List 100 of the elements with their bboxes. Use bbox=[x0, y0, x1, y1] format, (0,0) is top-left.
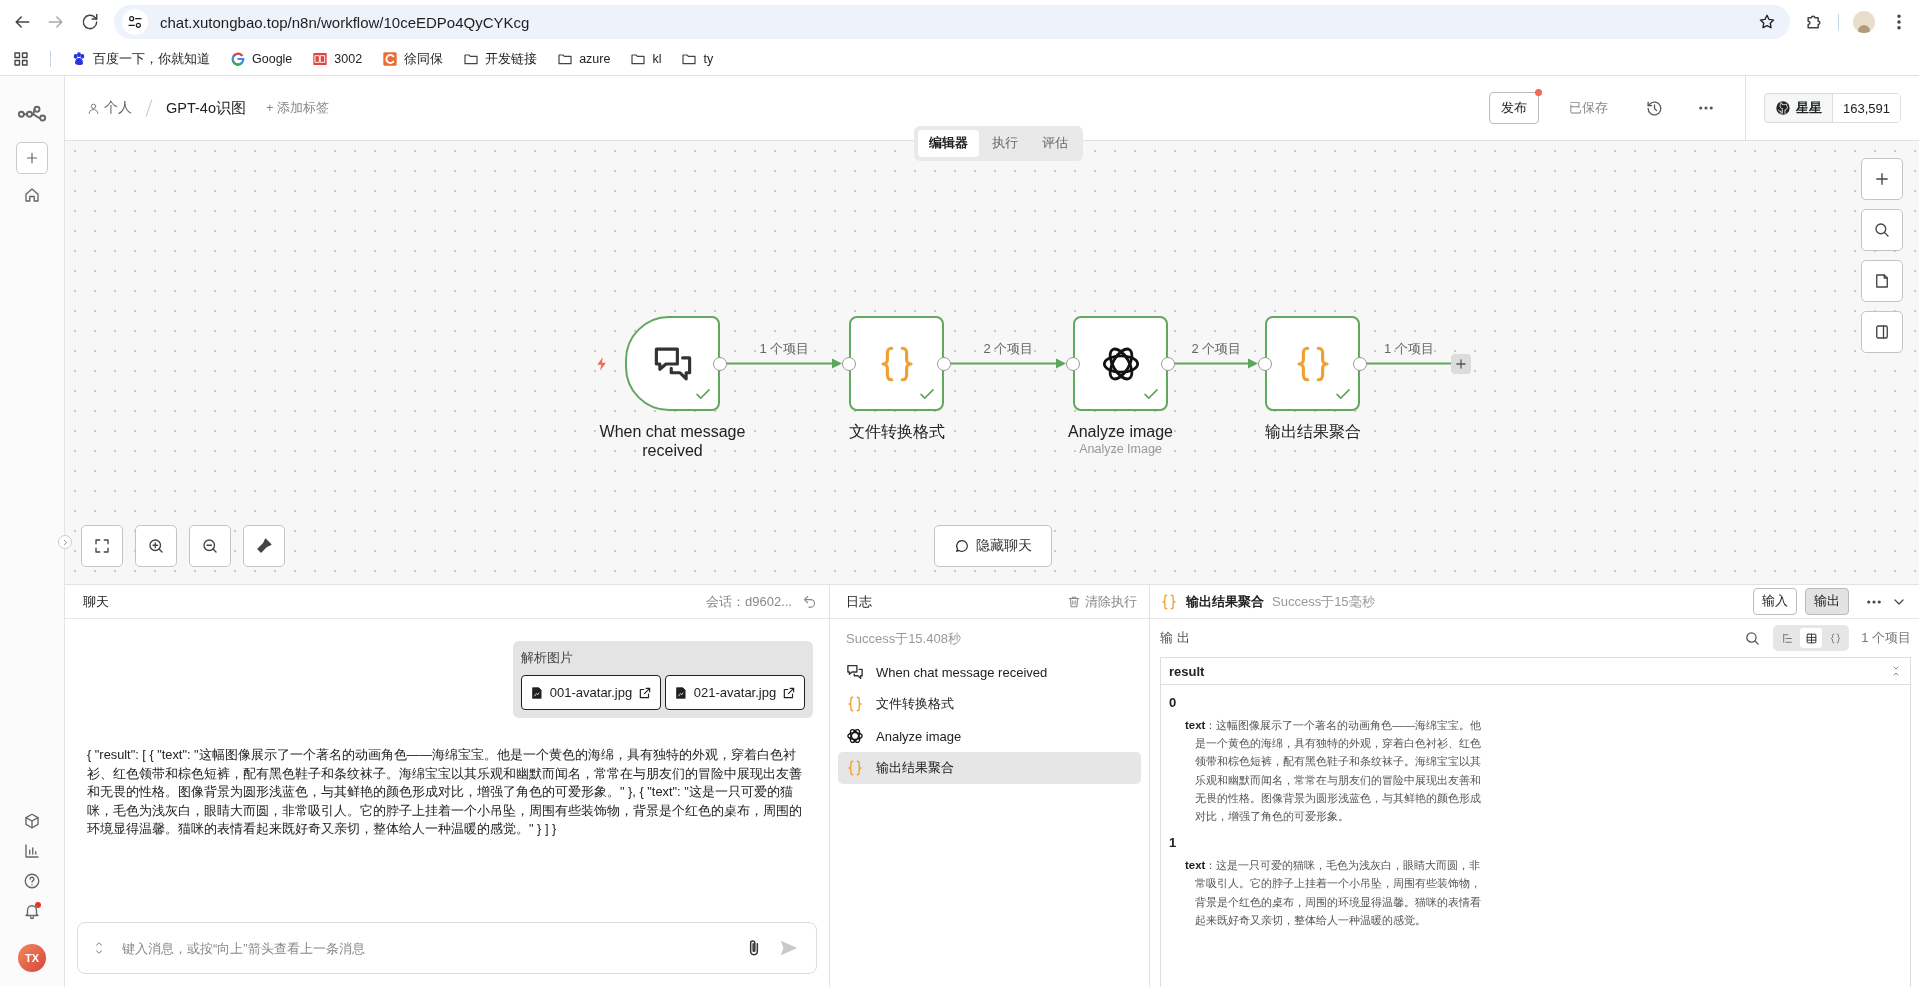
node-name: 输出结果聚合 bbox=[1186, 592, 1264, 611]
log-entry[interactable]: 文件转换格式 bbox=[838, 688, 1141, 720]
external-link-icon bbox=[782, 685, 797, 700]
section-label: 输 出 bbox=[1160, 629, 1191, 647]
mode-toggle[interactable]: 输入 bbox=[1753, 588, 1797, 615]
image-file-icon bbox=[673, 685, 688, 700]
paw-icon bbox=[71, 51, 87, 67]
fit-view-icon bbox=[93, 537, 111, 555]
log-entry[interactable]: When chat message received bbox=[838, 656, 1141, 688]
folder-icon bbox=[463, 51, 480, 67]
url-text: chat.xutongbao.top/n8n/workflow/10ceEDPo4QyCYKcg bbox=[160, 13, 531, 31]
add-node-button[interactable] bbox=[1861, 158, 1903, 200]
brush-icon bbox=[255, 537, 273, 555]
mode-toggle[interactable]: 输出 bbox=[1805, 588, 1849, 615]
connection-label: 2 个项目 bbox=[1191, 339, 1242, 358]
add-tag-link[interactable]: + 添加标签 bbox=[265, 99, 330, 117]
star-widget[interactable]: 星星 163,591 bbox=[1764, 93, 1901, 123]
plus-icon bbox=[1454, 356, 1468, 371]
add-node-button[interactable] bbox=[1451, 353, 1471, 374]
braces-icon bbox=[1160, 592, 1178, 611]
search-button[interactable] bbox=[1861, 209, 1903, 251]
node-subtitle: Analyze Image bbox=[1078, 442, 1163, 456]
star-icon[interactable] bbox=[1758, 13, 1776, 31]
log-entry[interactable]: 输出结果聚合 bbox=[838, 752, 1141, 784]
image-file-icon bbox=[529, 685, 544, 700]
address-bar[interactable]: chat.xutongbao.top/n8n/workflow/10ceEDPo4QyCYKcg bbox=[114, 5, 1790, 39]
clear-execution-button[interactable]: 清除执行 bbox=[1067, 592, 1137, 611]
bookmark[interactable]: Google bbox=[230, 51, 293, 67]
bookmark[interactable]: ty bbox=[681, 51, 714, 67]
execution-summary: Success于15.408秒 bbox=[845, 630, 962, 648]
history-icon[interactable] bbox=[1646, 99, 1663, 117]
input-handle[interactable] bbox=[1258, 356, 1272, 371]
ring-logo-icon bbox=[230, 51, 246, 67]
apps-icon[interactable] bbox=[12, 50, 30, 68]
connection-label: 1 个项目 bbox=[759, 339, 810, 358]
chat-icon bbox=[954, 538, 970, 554]
hide-chat-button[interactable]: 隐藏聊天 bbox=[934, 525, 1052, 567]
search-icon bbox=[1873, 221, 1891, 239]
workflow-node[interactable] bbox=[625, 316, 720, 411]
external-link-icon bbox=[638, 685, 653, 700]
zoom-in-button[interactable] bbox=[135, 525, 177, 567]
node-status: Success于15毫秒 bbox=[1272, 592, 1376, 611]
workflow-name[interactable]: GPT-4o识图 bbox=[166, 98, 246, 118]
folder-icon bbox=[630, 51, 647, 67]
plus-icon bbox=[24, 150, 40, 166]
message-box[interactable]: 键入消息，或按“向上”箭头查看上一条消息 bbox=[77, 922, 817, 974]
profile-avatar[interactable] bbox=[1853, 11, 1875, 33]
bell-icon[interactable] bbox=[23, 902, 41, 920]
home-icon[interactable] bbox=[23, 186, 41, 204]
sticky-note-button[interactable] bbox=[1861, 260, 1903, 302]
site-settings-icon[interactable] bbox=[127, 14, 143, 30]
item-count: 1 个项目 bbox=[1861, 629, 1911, 647]
workflow-node[interactable] bbox=[1265, 316, 1360, 411]
bookmark[interactable]: 开发链接 bbox=[463, 50, 538, 68]
workflow-node[interactable] bbox=[1073, 316, 1168, 411]
input-handle[interactable] bbox=[1066, 356, 1080, 371]
view-tab[interactable]: 评估 bbox=[1031, 130, 1079, 157]
column-header: result bbox=[1169, 663, 1205, 679]
file-attachment[interactable]: 001-avatar.jpg bbox=[521, 675, 661, 710]
log-entry[interactable]: Analyze image bbox=[838, 720, 1141, 752]
folder-icon bbox=[557, 51, 574, 67]
file-attachment[interactable]: 021-avatar.jpg bbox=[665, 675, 805, 710]
node-title: 文件转换格式 bbox=[847, 422, 946, 441]
breadcrumb-link[interactable]: 个人 bbox=[104, 99, 132, 117]
chart-icon[interactable] bbox=[23, 842, 41, 860]
workflow-node[interactable] bbox=[849, 316, 944, 411]
person-icon bbox=[87, 101, 100, 115]
table-view-icon bbox=[1804, 631, 1818, 645]
help-icon[interactable] bbox=[23, 872, 41, 890]
panel-button[interactable] bbox=[1861, 311, 1903, 353]
star-label[interactable]: 星星 bbox=[1796, 99, 1822, 117]
connection-label: 1 个项目 bbox=[1384, 339, 1434, 358]
letter-logo-icon bbox=[382, 51, 399, 67]
panel-title: 聊天 bbox=[83, 592, 110, 611]
bookmark[interactable]: azure bbox=[557, 51, 611, 67]
chat-bubbles-icon bbox=[846, 663, 864, 681]
tidy-up-button[interactable] bbox=[243, 525, 285, 567]
logo-icon bbox=[1775, 100, 1791, 116]
bookmark[interactable]: 百度一下，你就知道 bbox=[71, 50, 210, 68]
zoom-out-button[interactable] bbox=[189, 525, 231, 567]
note-icon bbox=[1873, 272, 1891, 290]
view-tab[interactable]: 执行 bbox=[981, 130, 1029, 157]
plus-icon bbox=[1873, 170, 1891, 188]
input-handle[interactable] bbox=[842, 356, 856, 371]
fit-view-button[interactable] bbox=[81, 525, 123, 567]
bookmark[interactable]: 徐同保 bbox=[382, 50, 444, 68]
publish-button[interactable]: 发布 bbox=[1489, 92, 1539, 124]
message-text: 解析图片 bbox=[521, 649, 574, 667]
braces-icon bbox=[846, 759, 864, 777]
reset-icon[interactable] bbox=[802, 594, 817, 609]
view-tab[interactable]: 编辑器 bbox=[918, 130, 979, 157]
message-input[interactable]: 键入消息，或按“向上”箭头查看上一条消息 bbox=[120, 932, 730, 964]
json-view-icon bbox=[1828, 631, 1842, 645]
field-text: text：这幅图像展示了一个著名的动画角色——海绵宝宝。他是一个黄色的海绵，具有独特的外观，穿着白色衬衫、红色领带和棕色短裤，配有黑色鞋子和条纹袜子。海绵宝宝以其乐观和幽默而闻名，常常在与朋友们的冒险中展现出友善和无畏的性格。图像背景为圆形浅蓝色，与其鲜艳的颜色形成对比，增强了角色的可爱形象。 bbox=[1185, 718, 1483, 824]
bookmark[interactable]: kl bbox=[630, 51, 662, 67]
search-icon[interactable] bbox=[1744, 629, 1762, 647]
reload-icon[interactable] bbox=[80, 12, 100, 32]
cube-icon[interactable] bbox=[23, 812, 41, 830]
view-toggle[interactable] bbox=[1800, 628, 1823, 648]
bookmark[interactable]: 3002 bbox=[312, 51, 363, 67]
